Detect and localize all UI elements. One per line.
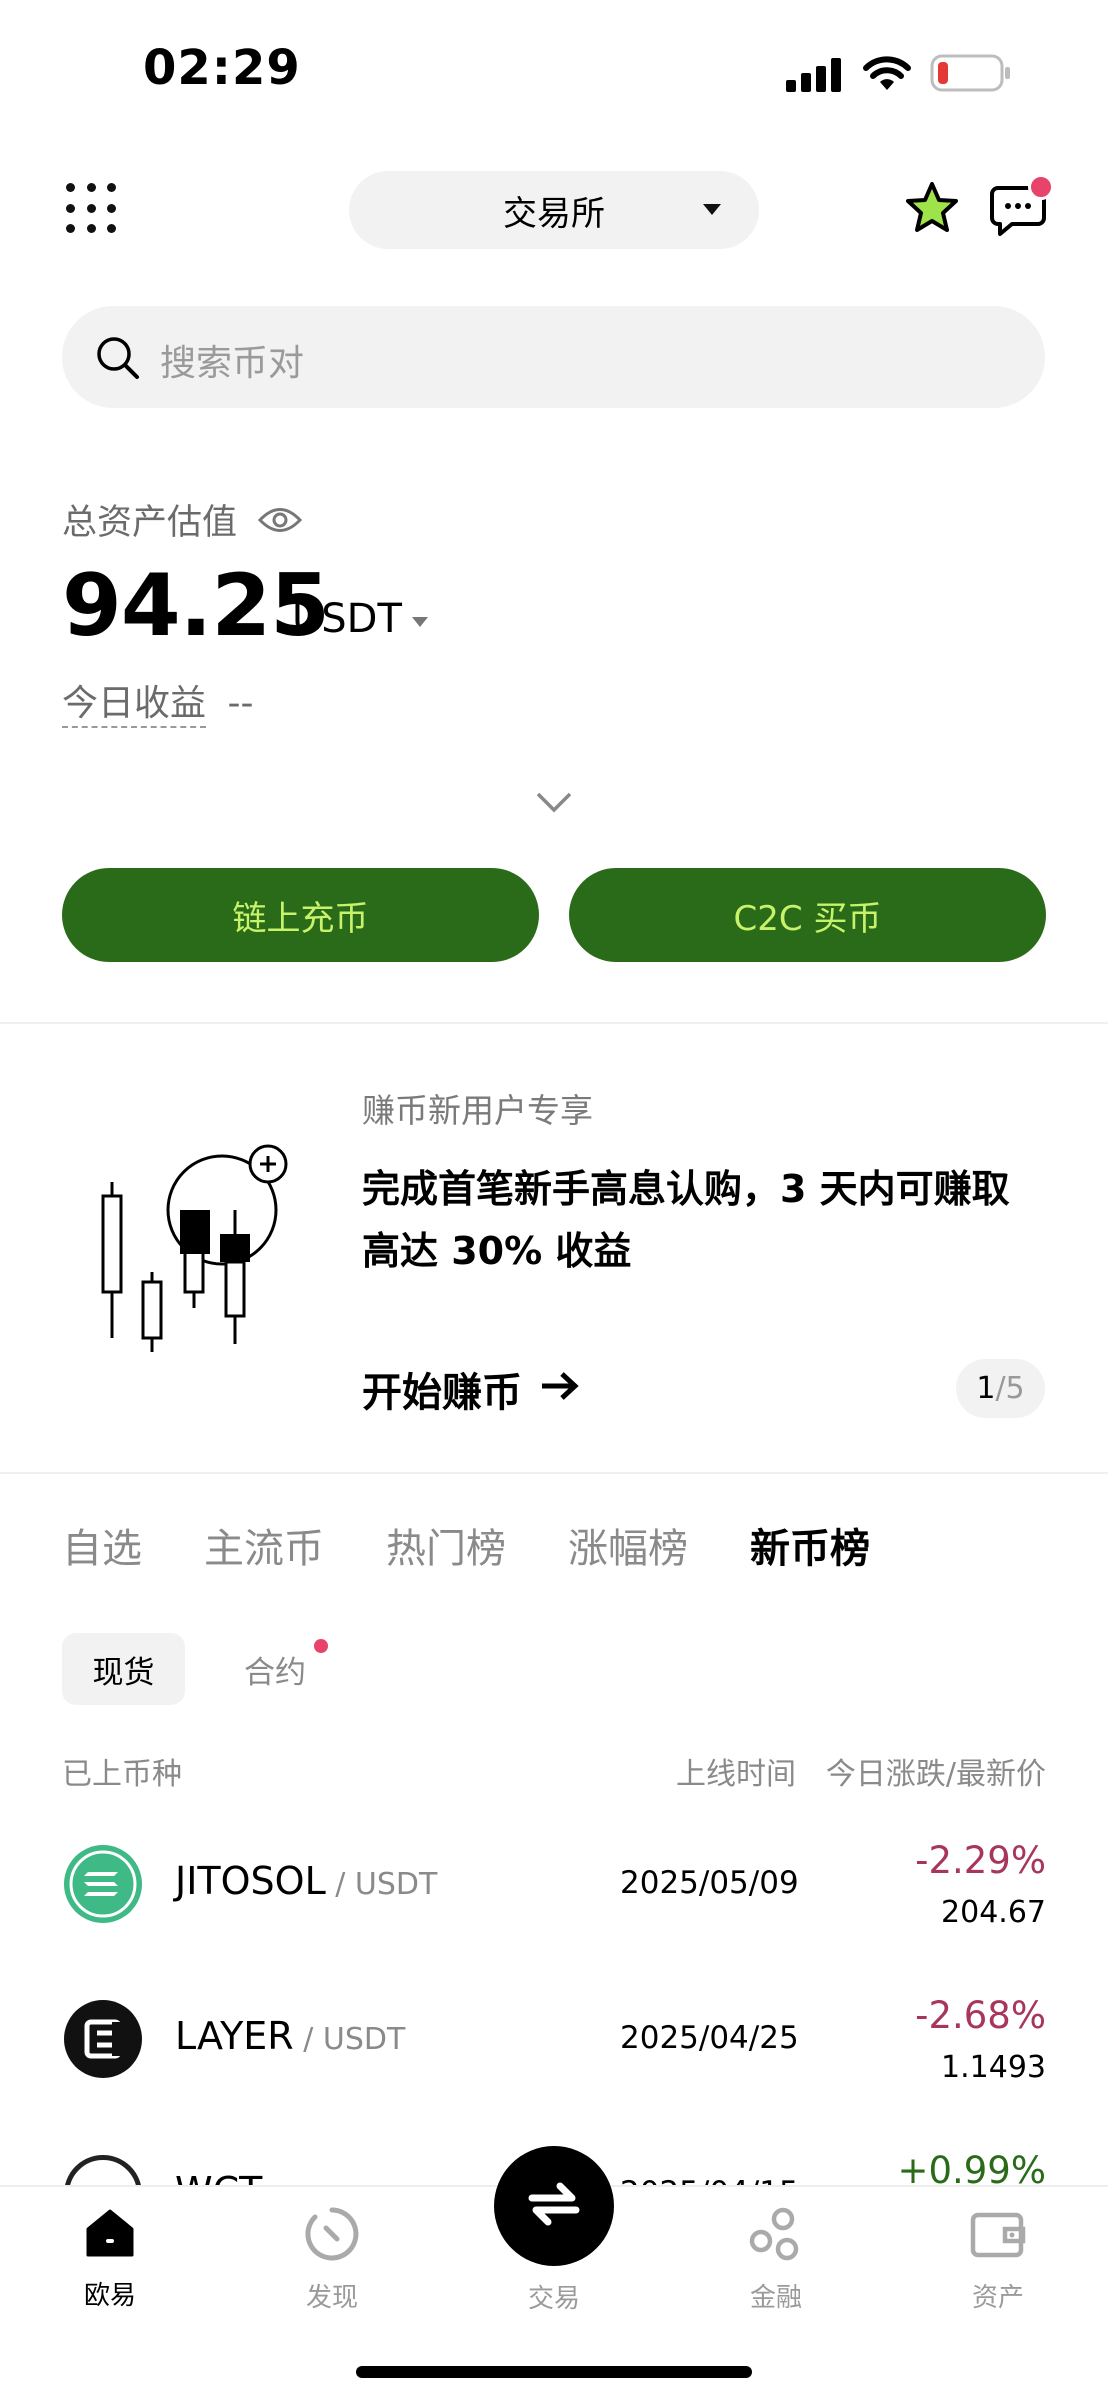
table-row[interactable]: LAYER / USDT 2025/04/25 -2.68% 1.1493 (0, 1994, 1108, 2150)
subtab-futures[interactable]: 合约 (220, 1633, 330, 1705)
home-indicator (356, 2366, 752, 2378)
start-earning-link[interactable]: 开始赚币 (362, 1360, 580, 1418)
change-percent: -2.68% (915, 1994, 1046, 2037)
promo-subtitle: 赚币新用户专享 (362, 1091, 593, 1130)
today-pnl[interactable]: 今日收益 -- (62, 674, 254, 728)
nav-home-label: 欧易 (83, 2281, 136, 2311)
wifi-icon (862, 54, 912, 92)
status-time: 02:29 (143, 40, 301, 96)
apps-menu-icon[interactable] (66, 183, 118, 235)
tab-watchlist[interactable]: 自选 (62, 1516, 142, 1574)
last-price: 204.67 (941, 1895, 1046, 1930)
asset-unit[interactable]: USDT (292, 596, 402, 642)
nav-discover[interactable]: 发现 (272, 2205, 392, 2314)
column-change-price[interactable]: 今日涨跌/最新价 (826, 1749, 1046, 1793)
unit-caret-icon[interactable] (412, 617, 428, 627)
messages-icon[interactable] (988, 174, 1054, 240)
nav-discover-label: 发现 (305, 2283, 358, 2313)
battery-icon (930, 54, 1012, 94)
swap-arrows-icon (522, 2172, 586, 2240)
wallet-icon (969, 2205, 1027, 2267)
total-assets-value: 94.25 (62, 556, 330, 656)
notification-dot (1028, 174, 1054, 200)
favorites-star-icon[interactable] (904, 180, 960, 236)
column-listing-date[interactable]: 上线时间 (676, 1749, 796, 1793)
listing-date: 2025/05/09 (620, 1865, 799, 1901)
trade-fab-button[interactable] (494, 2146, 614, 2266)
nav-finance-label: 金融 (749, 2283, 802, 2313)
tab-gainers[interactable]: 涨幅榜 (568, 1516, 688, 1574)
search-icon (96, 336, 140, 380)
nav-finance[interactable]: 金融 (716, 2205, 836, 2314)
pair-name: JITOSOL / USDT (175, 1859, 438, 1903)
candlestick-illustration (80, 1130, 300, 1360)
nav-trade-label: 交易 (527, 2284, 580, 2314)
exchange-switcher[interactable]: 交易所 (349, 171, 759, 249)
finance-icon (747, 2205, 805, 2267)
nav-home[interactable]: 欧易 (50, 2205, 170, 2312)
caret-down-icon (703, 204, 721, 215)
exchange-label: 交易所 (503, 193, 605, 234)
layer-logo-icon (64, 2000, 142, 2078)
nav-assets-label: 资产 (971, 2283, 1024, 2313)
promo-cta-label: 开始赚币 (362, 1370, 522, 1416)
last-price: 1.1493 (941, 2050, 1046, 2085)
today-pnl-value: -- (227, 683, 254, 724)
eye-icon[interactable] (258, 504, 303, 544)
divider (0, 1022, 1108, 1024)
tab-hot[interactable]: 热门榜 (386, 1516, 506, 1574)
search-placeholder: 搜索币对 (160, 343, 305, 384)
discover-icon (303, 2205, 361, 2267)
expand-chevron-icon[interactable] (535, 790, 573, 814)
subtab-spot[interactable]: 现货 (62, 1633, 185, 1705)
market-tabs: 自选 主流币 热门榜 涨幅榜 新币榜 (62, 1516, 932, 1574)
arrow-right-icon (540, 1366, 580, 1412)
jitosol-logo-icon (64, 1845, 142, 1923)
listing-date: 2025/04/25 (620, 2020, 799, 2056)
notification-dot (314, 1639, 328, 1653)
table-row[interactable]: JITOSOL / USDT 2025/05/09 -2.29% 204.67 (0, 1839, 1108, 1995)
search-input[interactable]: 搜索币对 (62, 306, 1045, 408)
divider (0, 1472, 1108, 1474)
change-percent: -2.29% (915, 1839, 1046, 1882)
signal-icon (786, 58, 844, 92)
column-listed-coins: 已上币种 (62, 1757, 182, 1792)
c2c-buy-button[interactable]: C2C 买币 (569, 868, 1046, 962)
total-assets-label: 总资产估值 (62, 494, 303, 545)
home-icon (82, 2205, 138, 2265)
carousel-pager: 1/5 (956, 1359, 1045, 1418)
pair-name: LAYER / USDT (175, 2014, 406, 2058)
nav-assets[interactable]: 资产 (938, 2205, 1058, 2314)
subtab-futures-label: 合约 (244, 1654, 306, 1691)
tab-new-listings[interactable]: 新币榜 (750, 1516, 870, 1574)
onchain-deposit-button[interactable]: 链上充币 (62, 868, 539, 962)
today-pnl-label: 今日收益 (62, 683, 207, 728)
promo-title[interactable]: 完成首笔新手高息认购，3 天内可赚取高达 30% 收益 (362, 1158, 1042, 1282)
tab-mainstream[interactable]: 主流币 (204, 1516, 324, 1574)
